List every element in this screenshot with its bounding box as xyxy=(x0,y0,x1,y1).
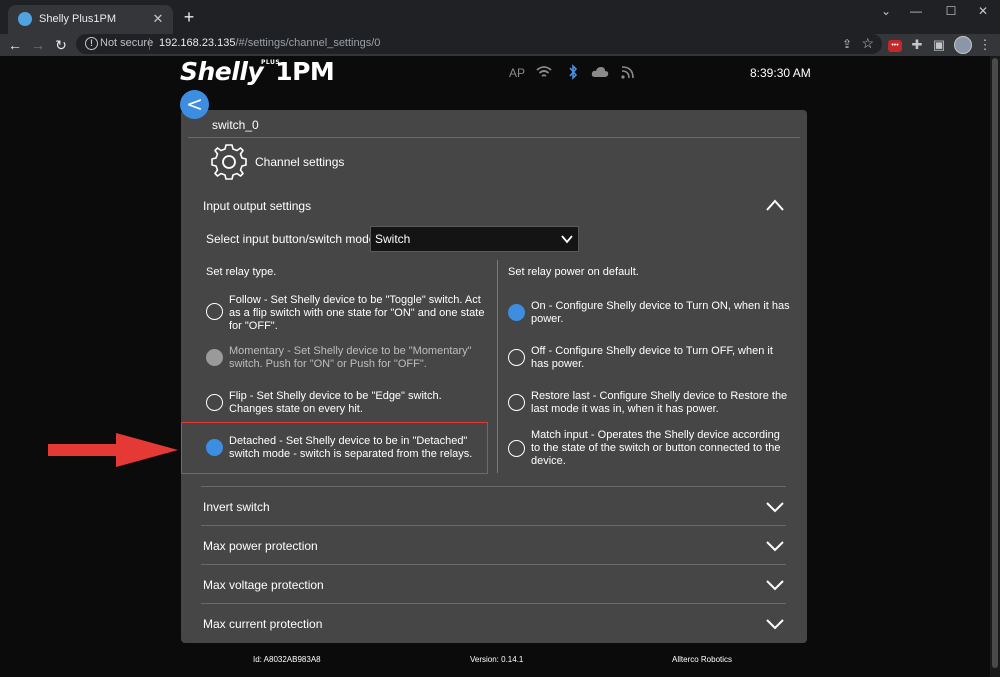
accordion-divider xyxy=(201,603,786,604)
section-heading: Channel settings xyxy=(255,155,345,169)
card-title: switch_0 xyxy=(212,118,259,132)
footer-company: Allterco Robotics xyxy=(672,655,733,664)
browser-tab-bar: Shelly Plus1PM ✕ + ⌄ — ☐ ✕ xyxy=(0,0,1000,34)
gear-icon xyxy=(211,144,247,180)
address-bar[interactable]: ! Not secure 192.168.23.135/#/settings/c… xyxy=(76,34,882,54)
logo-main: Shelly xyxy=(180,57,264,86)
chevron-down-icon[interactable] xyxy=(765,500,785,514)
extensions-puzzle-icon[interactable]: ✚ xyxy=(908,36,926,54)
warning-icon[interactable]: ! xyxy=(85,37,98,50)
column-divider xyxy=(497,260,498,473)
chevron-up-icon[interactable] xyxy=(765,198,785,212)
logo-plus: PLUS xyxy=(261,59,281,66)
footer-version: Version: 0.14.1 xyxy=(470,655,524,664)
device-clock: 8:39:30 AM xyxy=(750,66,811,80)
shelly-favicon-icon xyxy=(18,12,32,26)
relay-momentary-radio[interactable] xyxy=(206,349,223,366)
input-output-heading[interactable]: Input output settings xyxy=(203,199,311,213)
reload-icon[interactable]: ↻ xyxy=(51,35,71,55)
red-arrow-annotation xyxy=(48,433,178,467)
accordion-invert-switch[interactable]: Invert switch xyxy=(203,500,270,514)
power-on-heading: Set relay power on default. xyxy=(508,266,639,278)
back-chevron-icon: < xyxy=(186,92,203,116)
page-scrollbar[interactable] xyxy=(990,56,1000,677)
new-tab-button[interactable]: + xyxy=(180,8,198,26)
browser-toolbar: ← → ↻ ! Not secure 192.168.23.135/#/sett… xyxy=(0,34,1000,56)
input-mode-select[interactable]: Switch xyxy=(370,226,579,252)
back-button[interactable]: < xyxy=(180,90,209,119)
chevron-down-icon[interactable] xyxy=(765,617,785,631)
url-host: 192.168.23.135 xyxy=(159,37,236,49)
ap-status: AP xyxy=(509,66,526,80)
maximize-button[interactable]: ☐ xyxy=(941,4,961,20)
footer-device-id: Id: A8032AB983A8 xyxy=(253,655,321,664)
chevron-down-icon[interactable] xyxy=(765,539,785,553)
minimize-button[interactable]: — xyxy=(906,4,926,20)
power-on-radio[interactable] xyxy=(508,304,525,321)
accordion-divider xyxy=(201,564,786,565)
power-restore-radio[interactable] xyxy=(508,394,525,411)
chevron-down-icon[interactable] xyxy=(765,578,785,592)
scrollbar-thumb[interactable] xyxy=(992,58,998,668)
power-match-text: Match input - Operates the Shelly device… xyxy=(531,429,781,467)
url-text[interactable]: 192.168.23.135/#/settings/channel_settin… xyxy=(159,37,380,49)
power-off-radio[interactable] xyxy=(508,349,525,366)
accordion-divider xyxy=(201,525,786,526)
side-panel-icon[interactable]: ▣ xyxy=(930,36,948,54)
input-mode-label: Select input button/switch mode. xyxy=(206,232,379,246)
forward-arrow-icon[interactable]: → xyxy=(28,35,48,55)
shelly-logo: Shelly PLUS 1PM xyxy=(180,57,335,86)
relay-type-heading: Set relay type. xyxy=(206,266,277,278)
cloud-icon xyxy=(591,67,609,77)
relay-flip-text: Flip - Set Shelly device to be "Edge" sw… xyxy=(229,390,442,415)
power-off-text: Off - Configure Shelly device to Turn OF… xyxy=(531,345,773,370)
bookmark-star-icon[interactable]: ☆ xyxy=(861,35,874,52)
rss-signal-icon xyxy=(621,66,634,79)
tab-title: Shelly Plus1PM xyxy=(39,13,117,25)
accordion-max-voltage[interactable]: Max voltage protection xyxy=(203,578,324,592)
title-divider xyxy=(188,137,800,138)
channel-settings-card: switch_0 Channel settings Input output s… xyxy=(181,110,807,643)
address-divider xyxy=(149,38,150,50)
close-tab-icon[interactable]: ✕ xyxy=(149,10,167,28)
relay-follow-text: Follow - Set Shelly device to be "Toggle… xyxy=(229,294,485,332)
relay-momentary-text: Momentary - Set Shelly device to be "Mom… xyxy=(229,345,472,370)
accordion-max-current[interactable]: Max current protection xyxy=(203,617,322,631)
relay-follow-radio[interactable] xyxy=(206,303,223,320)
url-path: /#/settings/channel_settings/0 xyxy=(235,37,381,49)
close-window-button[interactable]: ✕ xyxy=(973,4,993,20)
relay-flip-radio[interactable] xyxy=(206,394,223,411)
wifi-icon xyxy=(536,66,552,77)
chevron-down-icon xyxy=(561,235,573,244)
power-restore-text: Restore last - Configure Shelly device t… xyxy=(531,390,788,415)
browser-menu-icon[interactable]: ⋮ xyxy=(976,36,994,54)
relay-detached-radio[interactable] xyxy=(206,439,223,456)
accordion-max-power[interactable]: Max power protection xyxy=(203,539,318,553)
not-secure-label[interactable]: Not secure xyxy=(100,37,153,49)
back-arrow-icon[interactable]: ← xyxy=(5,35,25,55)
bluetooth-icon xyxy=(569,64,578,80)
profile-avatar[interactable] xyxy=(954,36,972,54)
power-match-radio[interactable] xyxy=(508,440,525,457)
input-mode-value: Switch xyxy=(375,232,411,246)
browser-tab[interactable]: Shelly Plus1PM ✕ xyxy=(8,5,173,34)
power-on-text: On - Configure Shelly device to Turn ON,… xyxy=(531,300,790,325)
share-icon[interactable]: ⇪ xyxy=(842,37,852,51)
relay-detached-text: Detached - Set Shelly device to be in "D… xyxy=(229,435,473,460)
accordion-divider xyxy=(201,486,786,487)
extension-red-icon[interactable]: ••• xyxy=(888,40,902,52)
logo-model: 1PM xyxy=(275,57,335,86)
tab-search-icon[interactable]: ⌄ xyxy=(876,4,896,20)
